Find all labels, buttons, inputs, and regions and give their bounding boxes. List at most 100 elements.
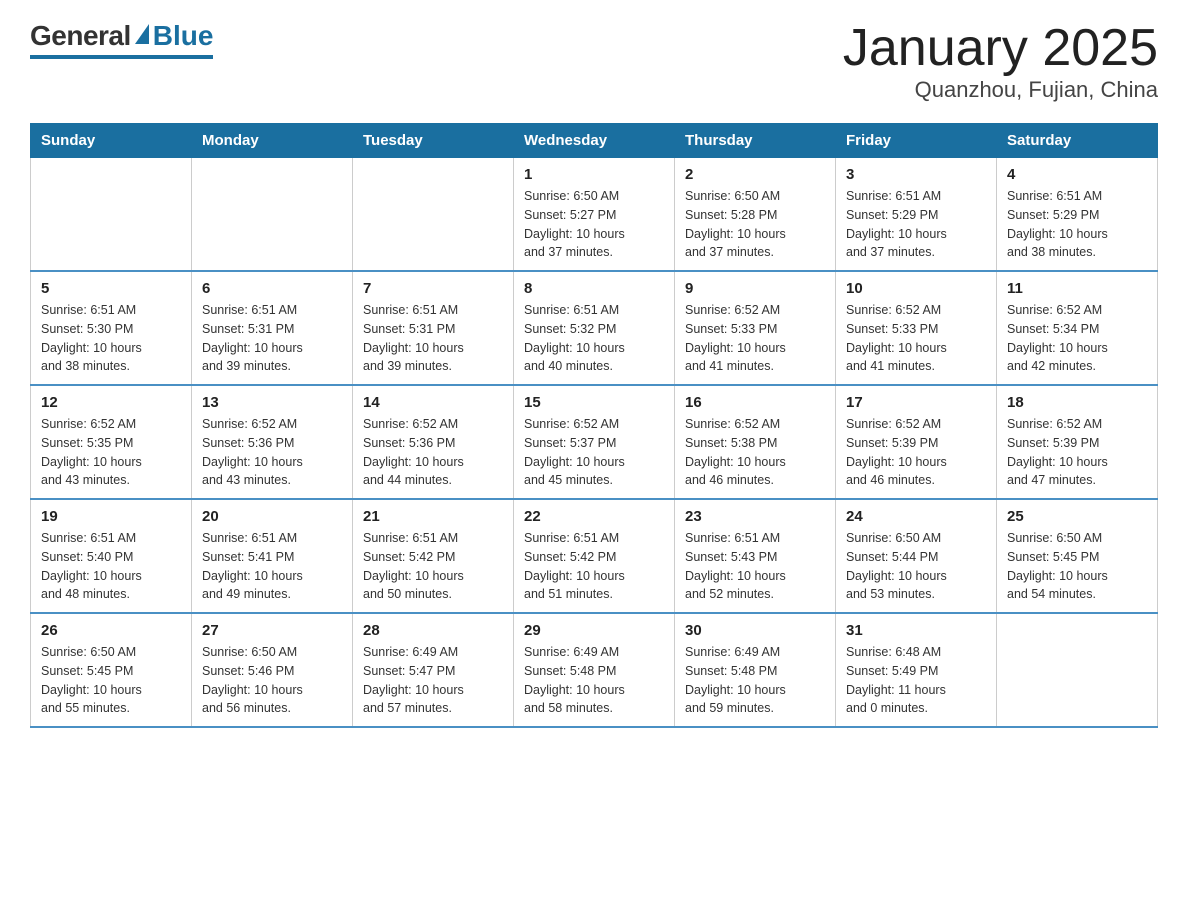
calendar-title: January 2025 xyxy=(843,20,1158,77)
day-number: 19 xyxy=(41,508,181,525)
calendar-week-row: 12 Sunrise: 6:52 AM Sunset: 5:35 PM Dayli… xyxy=(31,385,1158,499)
day-info: Sunrise: 6:51 AM Sunset: 5:29 PM Dayligh… xyxy=(846,187,986,262)
day-number: 22 xyxy=(524,508,664,525)
calendar-cell: 17 Sunrise: 6:52 AM Sunset: 5:39 PM Dayli… xyxy=(836,385,997,499)
day-number: 17 xyxy=(846,394,986,411)
day-info: Sunrise: 6:51 AM Sunset: 5:32 PM Dayligh… xyxy=(524,301,664,376)
calendar-cell: 22 Sunrise: 6:51 AM Sunset: 5:42 PM Dayli… xyxy=(514,499,675,613)
day-number: 26 xyxy=(41,622,181,639)
calendar-cell: 9Sunrise: 6:52 AM Sunset: 5:33 PM Daylig… xyxy=(675,271,836,385)
day-number: 7 xyxy=(363,280,503,297)
calendar-cell: 26 Sunrise: 6:50 AM Sunset: 5:45 PM Dayli… xyxy=(31,613,192,727)
calendar-cell: 1 Sunrise: 6:50 AM Sunset: 5:27 PM Daylig… xyxy=(514,158,675,272)
calendar-cell: 28 Sunrise: 6:49 AM Sunset: 5:47 PM Dayli… xyxy=(353,613,514,727)
calendar-week-row: 1 Sunrise: 6:50 AM Sunset: 5:27 PM Daylig… xyxy=(31,158,1158,272)
day-number: 1 xyxy=(524,166,664,183)
day-number: 9 xyxy=(685,280,825,297)
day-number: 21 xyxy=(363,508,503,525)
calendar-week-row: 5 Sunrise: 6:51 AM Sunset: 5:30 PM Daylig… xyxy=(31,271,1158,385)
weekday-header-sunday: Sunday xyxy=(31,124,192,158)
logo: General Blue xyxy=(30,20,213,59)
day-info: Sunrise: 6:51 AM Sunset: 5:31 PM Dayligh… xyxy=(363,301,503,376)
weekday-header-wednesday: Wednesday xyxy=(514,124,675,158)
title-block: January 2025 Quanzhou, Fujian, China xyxy=(843,20,1158,103)
day-info: Sunrise: 6:52 AM Sunset: 5:34 PM Dayligh… xyxy=(1007,301,1147,376)
calendar-cell: 27 Sunrise: 6:50 AM Sunset: 5:46 PM Dayli… xyxy=(192,613,353,727)
day-info: Sunrise: 6:51 AM Sunset: 5:42 PM Dayligh… xyxy=(363,529,503,604)
calendar-location: Quanzhou, Fujian, China xyxy=(843,77,1158,103)
calendar-cell: 3Sunrise: 6:51 AM Sunset: 5:29 PM Daylig… xyxy=(836,158,997,272)
calendar-cell: 6 Sunrise: 6:51 AM Sunset: 5:31 PM Daylig… xyxy=(192,271,353,385)
day-info: Sunrise: 6:50 AM Sunset: 5:45 PM Dayligh… xyxy=(41,643,181,718)
day-info: Sunrise: 6:52 AM Sunset: 5:39 PM Dayligh… xyxy=(846,415,986,490)
calendar-cell: 30Sunrise: 6:49 AM Sunset: 5:48 PM Dayli… xyxy=(675,613,836,727)
day-info: Sunrise: 6:51 AM Sunset: 5:40 PM Dayligh… xyxy=(41,529,181,604)
calendar-table: SundayMondayTuesdayWednesdayThursdayFrid… xyxy=(30,123,1158,728)
day-number: 28 xyxy=(363,622,503,639)
calendar-cell: 18 Sunrise: 6:52 AM Sunset: 5:39 PM Dayli… xyxy=(997,385,1158,499)
day-info: Sunrise: 6:51 AM Sunset: 5:41 PM Dayligh… xyxy=(202,529,342,604)
calendar-cell: 13Sunrise: 6:52 AM Sunset: 5:36 PM Dayli… xyxy=(192,385,353,499)
day-number: 18 xyxy=(1007,394,1147,411)
day-info: Sunrise: 6:51 AM Sunset: 5:42 PM Dayligh… xyxy=(524,529,664,604)
day-info: Sunrise: 6:50 AM Sunset: 5:46 PM Dayligh… xyxy=(202,643,342,718)
calendar-cell: 15Sunrise: 6:52 AM Sunset: 5:37 PM Dayli… xyxy=(514,385,675,499)
day-number: 11 xyxy=(1007,280,1147,297)
day-info: Sunrise: 6:51 AM Sunset: 5:43 PM Dayligh… xyxy=(685,529,825,604)
calendar-cell: 29 Sunrise: 6:49 AM Sunset: 5:48 PM Dayli… xyxy=(514,613,675,727)
calendar-cell xyxy=(31,158,192,272)
weekday-header-tuesday: Tuesday xyxy=(353,124,514,158)
calendar-cell: 21 Sunrise: 6:51 AM Sunset: 5:42 PM Dayli… xyxy=(353,499,514,613)
calendar-cell: 25 Sunrise: 6:50 AM Sunset: 5:45 PM Dayli… xyxy=(997,499,1158,613)
calendar-cell: 23Sunrise: 6:51 AM Sunset: 5:43 PM Dayli… xyxy=(675,499,836,613)
day-info: Sunrise: 6:51 AM Sunset: 5:29 PM Dayligh… xyxy=(1007,187,1147,262)
day-number: 24 xyxy=(846,508,986,525)
day-number: 16 xyxy=(685,394,825,411)
day-info: Sunrise: 6:52 AM Sunset: 5:39 PM Dayligh… xyxy=(1007,415,1147,490)
calendar-week-row: 19 Sunrise: 6:51 AM Sunset: 5:40 PM Dayli… xyxy=(31,499,1158,613)
calendar-cell: 8Sunrise: 6:51 AM Sunset: 5:32 PM Daylig… xyxy=(514,271,675,385)
day-info: Sunrise: 6:50 AM Sunset: 5:27 PM Dayligh… xyxy=(524,187,664,262)
calendar-week-row: 26 Sunrise: 6:50 AM Sunset: 5:45 PM Dayli… xyxy=(31,613,1158,727)
day-info: Sunrise: 6:52 AM Sunset: 5:36 PM Dayligh… xyxy=(363,415,503,490)
day-info: Sunrise: 6:49 AM Sunset: 5:47 PM Dayligh… xyxy=(363,643,503,718)
page-header: General Blue January 2025 Quanzhou, Fuji… xyxy=(30,20,1158,103)
day-info: Sunrise: 6:52 AM Sunset: 5:35 PM Dayligh… xyxy=(41,415,181,490)
calendar-cell: 14 Sunrise: 6:52 AM Sunset: 5:36 PM Dayli… xyxy=(353,385,514,499)
day-number: 6 xyxy=(202,280,342,297)
day-number: 29 xyxy=(524,622,664,639)
day-info: Sunrise: 6:52 AM Sunset: 5:38 PM Dayligh… xyxy=(685,415,825,490)
calendar-cell: 5 Sunrise: 6:51 AM Sunset: 5:30 PM Daylig… xyxy=(31,271,192,385)
calendar-cell: 11 Sunrise: 6:52 AM Sunset: 5:34 PM Dayli… xyxy=(997,271,1158,385)
calendar-cell: 16 Sunrise: 6:52 AM Sunset: 5:38 PM Dayli… xyxy=(675,385,836,499)
calendar-cell: 24 Sunrise: 6:50 AM Sunset: 5:44 PM Dayli… xyxy=(836,499,997,613)
weekday-header-friday: Friday xyxy=(836,124,997,158)
calendar-cell: 4Sunrise: 6:51 AM Sunset: 5:29 PM Daylig… xyxy=(997,158,1158,272)
day-info: Sunrise: 6:50 AM Sunset: 5:45 PM Dayligh… xyxy=(1007,529,1147,604)
calendar-header-row: SundayMondayTuesdayWednesdayThursdayFrid… xyxy=(31,124,1158,158)
day-number: 25 xyxy=(1007,508,1147,525)
weekday-header-saturday: Saturday xyxy=(997,124,1158,158)
day-info: Sunrise: 6:52 AM Sunset: 5:33 PM Dayligh… xyxy=(846,301,986,376)
day-number: 31 xyxy=(846,622,986,639)
day-number: 27 xyxy=(202,622,342,639)
day-number: 12 xyxy=(41,394,181,411)
calendar-cell xyxy=(353,158,514,272)
day-info: Sunrise: 6:49 AM Sunset: 5:48 PM Dayligh… xyxy=(524,643,664,718)
day-number: 20 xyxy=(202,508,342,525)
calendar-cell: 20 Sunrise: 6:51 AM Sunset: 5:41 PM Dayli… xyxy=(192,499,353,613)
day-info: Sunrise: 6:49 AM Sunset: 5:48 PM Dayligh… xyxy=(685,643,825,718)
calendar-cell: 19 Sunrise: 6:51 AM Sunset: 5:40 PM Dayli… xyxy=(31,499,192,613)
calendar-cell xyxy=(192,158,353,272)
day-number: 5 xyxy=(41,280,181,297)
calendar-cell: 7 Sunrise: 6:51 AM Sunset: 5:31 PM Daylig… xyxy=(353,271,514,385)
day-number: 14 xyxy=(363,394,503,411)
calendar-cell: 12 Sunrise: 6:52 AM Sunset: 5:35 PM Dayli… xyxy=(31,385,192,499)
day-number: 10 xyxy=(846,280,986,297)
day-info: Sunrise: 6:51 AM Sunset: 5:30 PM Dayligh… xyxy=(41,301,181,376)
day-info: Sunrise: 6:50 AM Sunset: 5:44 PM Dayligh… xyxy=(846,529,986,604)
calendar-cell: 10 Sunrise: 6:52 AM Sunset: 5:33 PM Dayli… xyxy=(836,271,997,385)
day-info: Sunrise: 6:51 AM Sunset: 5:31 PM Dayligh… xyxy=(202,301,342,376)
weekday-header-thursday: Thursday xyxy=(675,124,836,158)
logo-blue-text: Blue xyxy=(153,20,214,52)
